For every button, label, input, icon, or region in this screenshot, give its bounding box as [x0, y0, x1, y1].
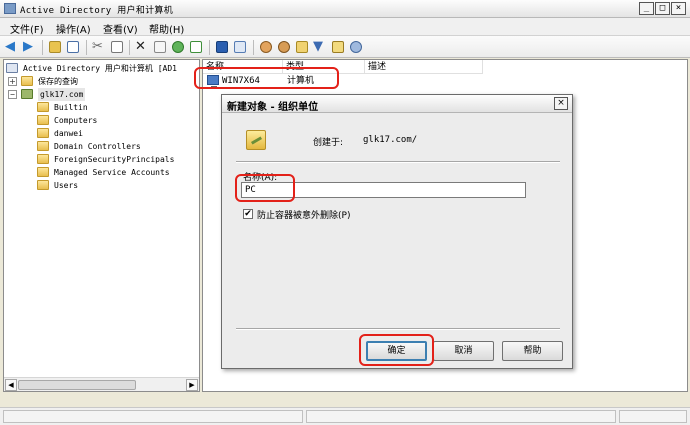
toolbar: ◀ ▶ ✂ ✕ ▼ [0, 36, 690, 58]
tree-item-label: danwei [54, 129, 83, 138]
organizational-unit-icon [246, 130, 266, 150]
menu-view[interactable]: 查看(V) [103, 21, 138, 36]
tree-item-label: 保存的查询 [38, 77, 78, 86]
domain-icon [21, 89, 33, 99]
dialog-separator [236, 161, 560, 163]
new-user-icon[interactable] [258, 39, 274, 55]
folder-icon [21, 76, 33, 86]
tree-item-label: glk17.com [38, 88, 86, 101]
tree-item-label: Users [54, 181, 79, 190]
dialog-separator [236, 328, 560, 330]
menu-action[interactable]: 操作(A) [56, 21, 91, 36]
properties-icon[interactable] [152, 39, 168, 55]
status-bar [0, 407, 690, 425]
tree-item-label: ForeignSecurityPrincipals [54, 155, 175, 164]
new-group-icon[interactable] [276, 39, 292, 55]
export-icon[interactable] [188, 39, 204, 55]
folder-icon [37, 115, 49, 125]
back-icon[interactable]: ◀ [4, 39, 20, 55]
status-cell [306, 410, 616, 423]
new-ou-dialog: 新建对象 - 组织单位 × 创建于: glk17.com/ 名称(A): ✔ 防… [221, 94, 573, 369]
window-controls: _ □ × [639, 2, 686, 15]
annotation-highlight-computer [194, 67, 339, 89]
folder-icon [37, 180, 49, 190]
menu-file[interactable]: 文件(F) [10, 21, 44, 36]
protect-from-deletion-checkbox[interactable]: ✔ [243, 209, 253, 219]
tree-item-label: Domain Controllers [54, 142, 141, 151]
help-icon[interactable] [214, 39, 230, 55]
folder-icon [37, 102, 49, 112]
ad-root-icon [6, 63, 18, 73]
new-ou-icon[interactable] [294, 39, 310, 55]
created-in-value: glk17.com/ [363, 135, 418, 145]
delete-icon[interactable]: ✕ [134, 39, 150, 55]
menu-bar: 文件(F) 操作(A) 查看(V) 帮助(H) [0, 18, 690, 36]
up-icon[interactable] [47, 39, 63, 55]
folder-icon [37, 154, 49, 164]
status-cell [3, 410, 303, 423]
close-button[interactable]: × [671, 2, 686, 15]
view-icon[interactable] [232, 39, 248, 55]
tree-root-label: Active Directory 用户和计算机 [AD1 [23, 64, 177, 73]
window-title: Active Directory 用户和计算机 [20, 6, 174, 16]
dialog-close-button[interactable]: × [554, 97, 568, 110]
show-hide-tree-icon[interactable] [65, 39, 81, 55]
menu-help[interactable]: 帮助(H) [149, 21, 184, 36]
toolbar-separator [86, 40, 87, 55]
toolbar-separator [42, 40, 43, 55]
tree-item-label: Computers [54, 116, 98, 125]
created-in-label: 创建于: [313, 138, 344, 148]
toolbar-separator [253, 40, 254, 55]
minimize-button[interactable]: _ [639, 2, 654, 15]
console-tree-pane[interactable]: Active Directory 用户和计算机 [AD1 + 保存的查询 − g… [3, 59, 200, 392]
scroll-thumb[interactable] [18, 380, 136, 390]
add-to-group-icon[interactable] [348, 39, 364, 55]
filter-icon[interactable]: ▼ [312, 39, 328, 55]
dialog-title: 新建对象 - 组织单位 [227, 102, 319, 113]
cut-icon[interactable]: ✂ [91, 39, 107, 55]
protect-from-deletion-label: 防止容器被意外删除(P) [257, 211, 351, 221]
toolbar-separator [129, 40, 130, 55]
collapse-icon[interactable]: − [8, 90, 17, 99]
refresh-icon[interactable] [170, 39, 186, 55]
maximize-button[interactable]: □ [655, 2, 670, 15]
toolbar-separator [209, 40, 210, 55]
copy-icon[interactable] [109, 39, 125, 55]
ad-app-icon [4, 3, 16, 14]
column-header-description[interactable]: 描述 [365, 60, 483, 74]
scroll-right-icon[interactable]: ▶ [186, 379, 198, 391]
forward-icon[interactable]: ▶ [22, 39, 38, 55]
ou-folder-icon [37, 141, 49, 151]
tree-item-label: Managed Service Accounts [54, 168, 170, 177]
help-button[interactable]: 帮助 [502, 341, 563, 361]
tree-item-label: Builtin [54, 103, 88, 112]
folder-icon [37, 167, 49, 177]
expand-icon[interactable]: + [8, 77, 17, 86]
annotation-highlight-name [235, 174, 295, 202]
cancel-button[interactable]: 取消 [433, 341, 494, 361]
annotation-highlight-ok [359, 334, 434, 366]
window-titlebar: Active Directory 用户和计算机 _ □ × [0, 0, 690, 18]
scroll-left-icon[interactable]: ◀ [5, 379, 17, 391]
find-icon[interactable] [330, 39, 346, 55]
ou-folder-icon [37, 128, 49, 138]
dialog-titlebar: 新建对象 - 组织单位 × [222, 95, 572, 113]
status-cell [619, 410, 687, 423]
tree-horizontal-scrollbar[interactable]: ◀ ▶ [4, 377, 199, 391]
